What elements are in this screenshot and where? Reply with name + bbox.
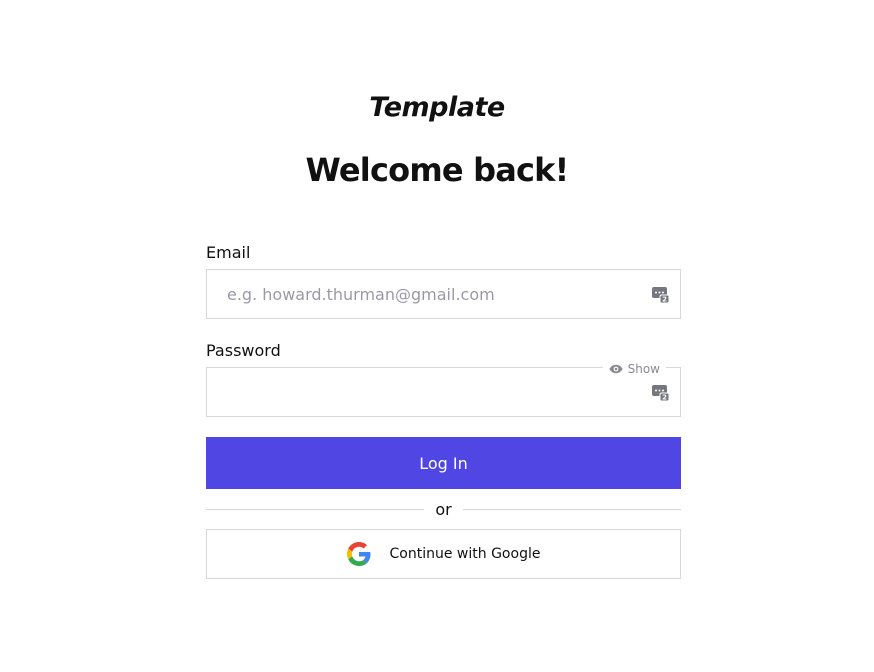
password-label-row: Password: [206, 341, 681, 361]
brand-logo: Template: [369, 92, 505, 123]
email-field[interactable]: [207, 270, 627, 318]
or-divider: or: [206, 489, 681, 529]
page-title: Welcome back!: [305, 151, 570, 189]
email-field-container: 2: [206, 269, 681, 319]
svg-text:2: 2: [662, 296, 667, 304]
google-logo-icon: [346, 542, 371, 566]
divider-line-left: [206, 508, 425, 510]
google-login-button[interactable]: Continue with Google: [206, 529, 681, 579]
divider-line-right: [462, 508, 681, 510]
show-password-label: Show: [627, 362, 660, 376]
login-button[interactable]: Log In: [206, 437, 681, 489]
password-field[interactable]: [207, 368, 627, 416]
password-manager-icon[interactable]: 2: [652, 384, 670, 402]
show-password-toggle[interactable]: Show: [602, 362, 666, 376]
email-label: Email: [206, 243, 251, 262]
eye-icon: [609, 364, 623, 374]
password-field-container: Show 2: [206, 362, 681, 417]
google-login-label: Continue with Google: [389, 546, 541, 562]
login-form: Email 2 Password: [206, 243, 681, 579]
password-label: Password: [206, 341, 281, 360]
password-manager-icon[interactable]: 2: [652, 286, 670, 304]
divider-text: or: [435, 499, 452, 519]
login-page: Template Welcome back! Email 2 Password: [0, 0, 874, 672]
svg-text:2: 2: [662, 394, 667, 402]
